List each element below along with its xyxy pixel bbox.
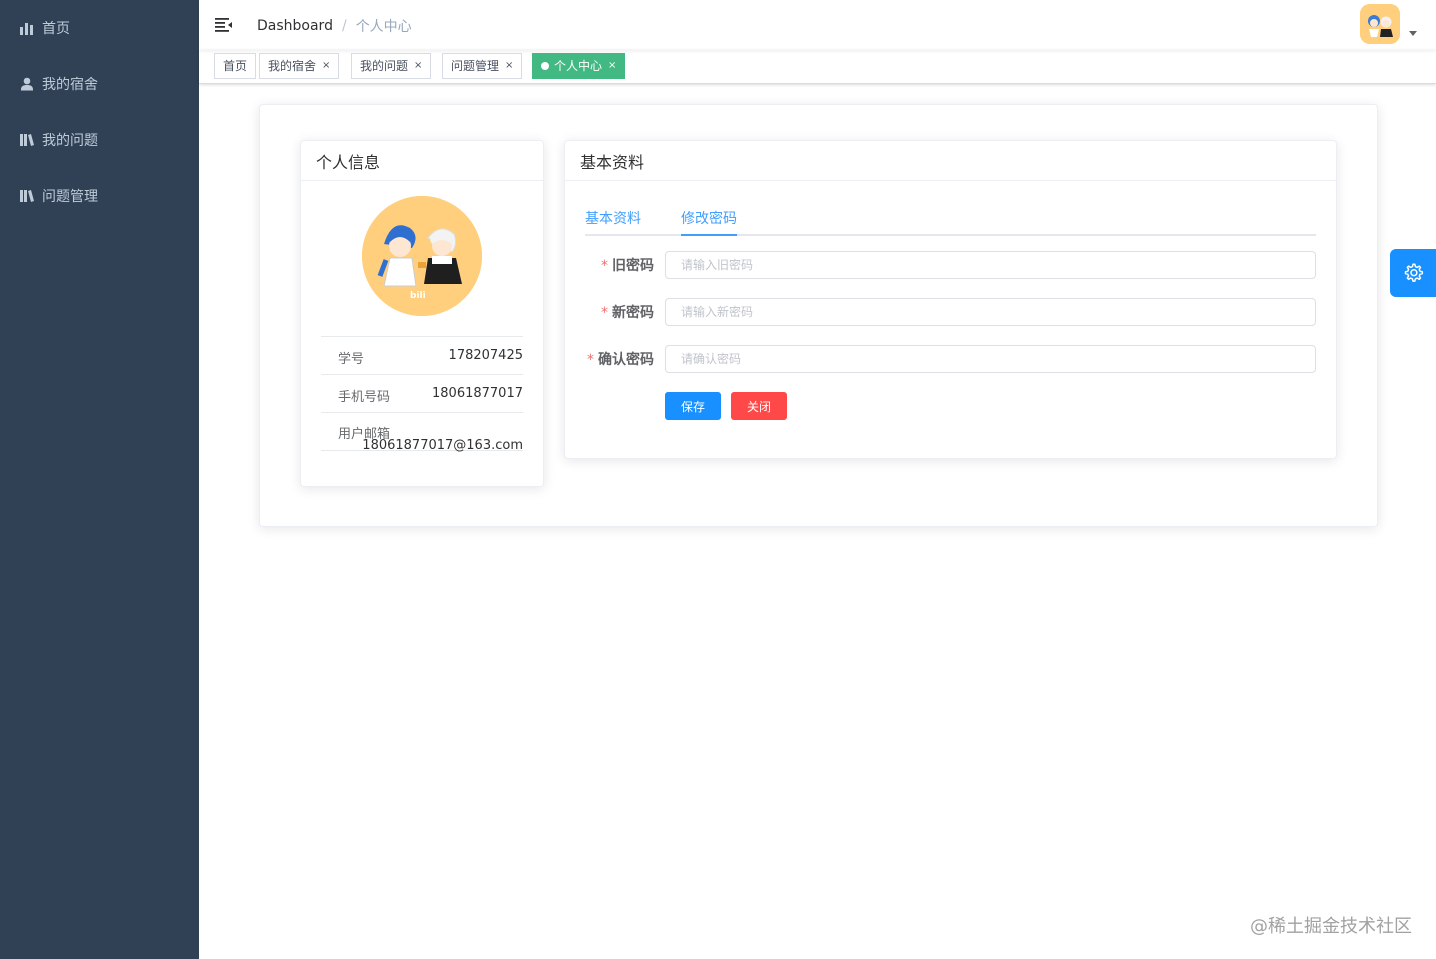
list-item: 学号 178207425 — [321, 336, 523, 374]
tag-label: 首页 — [223, 59, 248, 73]
close-icon[interactable]: × — [608, 54, 616, 78]
tag-label: 我的宿舍 — [268, 59, 317, 73]
personal-info-card: 个人信息 bili 学号 178207425 手机号码 18061877017 … — [300, 140, 544, 487]
profile-info-list: 学号 178207425 手机号码 18061877017 用户邮箱 18061… — [321, 336, 523, 453]
breadcrumb: Dashboard / 个人中心 — [257, 16, 412, 36]
phone-value: 18061877017 — [432, 386, 523, 401]
hamburger-icon[interactable] — [215, 16, 233, 34]
tab-basic-info[interactable]: 基本资料 — [585, 208, 641, 228]
breadcrumb-separator: / — [341, 18, 347, 34]
book-icon — [20, 133, 34, 147]
required-mark: * — [601, 305, 608, 321]
old-password-input[interactable] — [665, 251, 1316, 279]
tab-change-password[interactable]: 修改密码 — [681, 208, 737, 228]
user-icon — [20, 77, 34, 91]
tag-label: 个人中心 — [554, 59, 603, 73]
gear-icon — [1404, 263, 1424, 282]
sidebar-item-my-issues[interactable]: 我的问题 — [0, 112, 199, 168]
confirm-password-label: * 确认密码 — [587, 352, 654, 368]
close-button[interactable]: 关闭 — [731, 392, 787, 420]
main-area: Dashboard / 个人中心 首页 我的宿舍 × 我的问题 × 问题管理 ×… — [199, 0, 1436, 959]
card-title: 个人信息 — [301, 141, 543, 181]
tag-label: 我的问题 — [360, 59, 409, 73]
avatar[interactable] — [1360, 4, 1400, 44]
tag-profile[interactable]: 个人中心 × — [532, 53, 626, 79]
close-icon[interactable]: × — [505, 54, 513, 78]
tags-view: 首页 我的宿舍 × 我的问题 × 问题管理 × 个人中心 × — [199, 50, 1436, 84]
profile-container: 个人信息 bili 学号 178207425 手机号码 18061877017 … — [259, 104, 1378, 527]
sidebar-item-label: 首页 — [42, 21, 70, 37]
sidebar: 首页 我的宿舍 我的问题 问题管理 — [0, 0, 199, 959]
new-password-label: * 新密码 — [601, 305, 654, 321]
student-id-value: 178207425 — [448, 348, 523, 363]
tag-my-dorm[interactable]: 我的宿舍 × — [259, 53, 340, 79]
tabs: 基本资料 修改密码 — [585, 196, 1316, 236]
profile-avatar[interactable]: bili — [362, 196, 482, 316]
close-icon[interactable]: × — [414, 54, 422, 78]
active-dot-icon — [541, 62, 549, 70]
book-icon — [20, 189, 34, 203]
old-password-row: * 旧密码 — [585, 251, 1316, 279]
form-actions: 保存 关闭 — [585, 392, 1316, 420]
watermark: @稀土掘金技术社区 — [1250, 916, 1412, 937]
old-password-label: * 旧密码 — [601, 258, 654, 274]
sidebar-item-label: 问题管理 — [42, 189, 98, 205]
sidebar-item-home[interactable]: 首页 — [0, 0, 199, 56]
email-value: 18061877017@163.com — [362, 438, 523, 453]
tag-home[interactable]: 首页 — [214, 53, 257, 79]
tag-issue-management[interactable]: 问题管理 × — [442, 53, 523, 79]
sidebar-item-label: 我的问题 — [42, 133, 98, 149]
chart-icon — [20, 21, 34, 35]
breadcrumb-home[interactable]: Dashboard — [257, 18, 333, 34]
sidebar-item-my-dorm[interactable]: 我的宿舍 — [0, 56, 199, 112]
breadcrumb-current: 个人中心 — [355, 19, 412, 35]
svg-text:bili: bili — [410, 291, 426, 301]
phone-label: 手机号码 — [338, 390, 391, 405]
settings-button[interactable] — [1390, 249, 1436, 297]
new-password-input[interactable] — [665, 298, 1316, 326]
chevron-down-icon[interactable] — [1409, 31, 1417, 36]
required-mark: * — [587, 352, 594, 368]
list-item: 手机号码 18061877017 — [321, 374, 523, 412]
new-password-row: * 新密码 — [585, 298, 1316, 326]
tag-label: 问题管理 — [451, 59, 500, 73]
confirm-password-input[interactable] — [665, 345, 1316, 373]
student-id-label: 学号 — [338, 352, 365, 367]
active-tab-indicator — [681, 234, 737, 236]
card-title: 基本资料 — [565, 141, 1336, 181]
sidebar-item-label: 我的宿舍 — [42, 77, 98, 93]
close-icon[interactable]: × — [322, 54, 330, 78]
confirm-password-row: * 确认密码 — [585, 345, 1316, 373]
sidebar-item-issue-management[interactable]: 问题管理 — [0, 168, 199, 224]
tag-my-issues[interactable]: 我的问题 × — [351, 53, 432, 79]
list-item: 用户邮箱 18061877017@163.com — [321, 412, 523, 453]
basic-info-card: 基本资料 基本资料 修改密码 * 旧密码 * 新密码 * 确认密码 保存 关闭 — [564, 140, 1337, 459]
save-button[interactable]: 保存 — [665, 392, 721, 420]
required-mark: * — [601, 258, 608, 274]
navbar: Dashboard / 个人中心 — [199, 0, 1436, 50]
